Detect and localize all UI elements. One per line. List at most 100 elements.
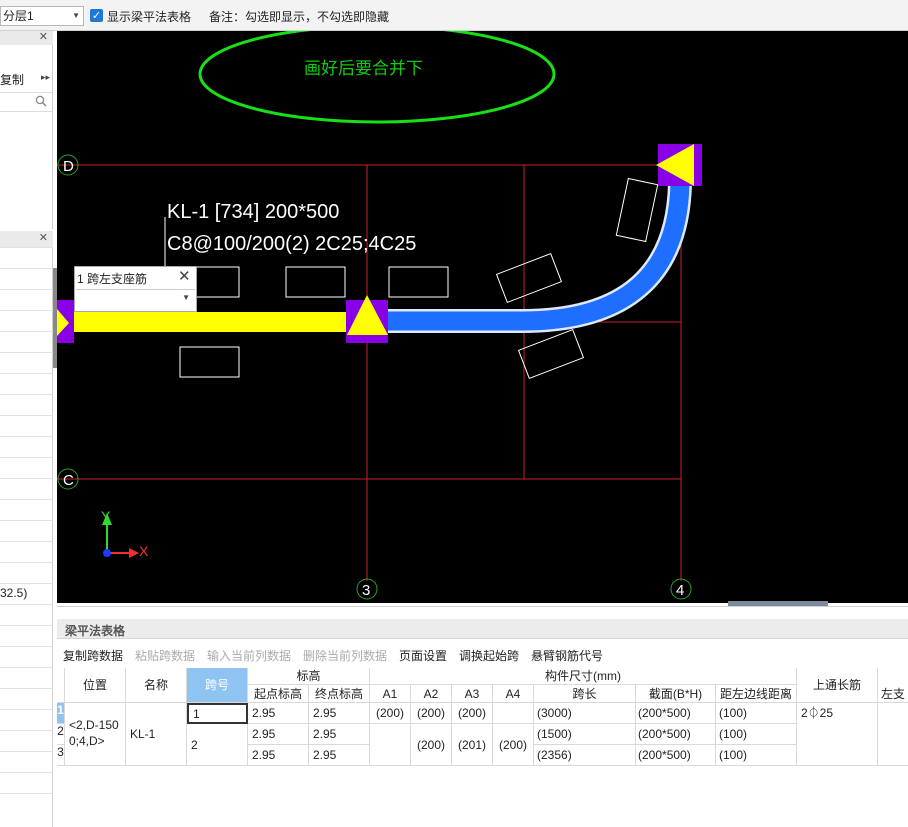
- list-row-divider: [0, 583, 53, 584]
- support-rebar-popup: 1 跨左支座筋 ✕ ▼: [74, 266, 197, 312]
- header-end-elev: 终点标高: [309, 685, 370, 703]
- row-number[interactable]: 1: [57, 703, 65, 724]
- header-a4: A4: [493, 685, 534, 703]
- cell-a3[interactable]: (200): [452, 703, 493, 724]
- floor-select[interactable]: 分层1 ▼: [0, 6, 84, 26]
- cell-span-no[interactable]: 1: [187, 703, 248, 724]
- cell-a3[interactable]: (201): [452, 724, 493, 766]
- beam-span-straight[interactable]: [57, 312, 367, 332]
- cell-span-length[interactable]: (1500): [534, 724, 636, 745]
- page-setup-button[interactable]: 页面设置: [399, 647, 447, 664]
- list-row-divider: [0, 289, 53, 290]
- list-row-divider: [0, 730, 53, 731]
- cell-end-elev[interactable]: 2.95: [309, 724, 370, 745]
- cell-position[interactable]: <2,D-150 0;4,D>: [65, 703, 126, 766]
- header-top-rebar: 上通长筋: [797, 668, 878, 703]
- floor-select-value: 分层1: [3, 9, 34, 23]
- cell-left-dist[interactable]: (100): [716, 703, 797, 724]
- beam-table-titlebar: [57, 619, 908, 639]
- rebar-box[interactable]: [388, 266, 449, 298]
- copy-span-button[interactable]: 复制跨数据: [63, 647, 123, 664]
- cell-left-dist[interactable]: (100): [716, 745, 797, 766]
- close-icon[interactable]: ✕: [39, 231, 48, 244]
- close-icon[interactable]: ✕: [39, 30, 48, 43]
- cell-section[interactable]: (200*500): [636, 745, 716, 766]
- cell-end-elev[interactable]: 2.95: [309, 703, 370, 724]
- cell-span-length[interactable]: (3000): [534, 703, 636, 724]
- rebar-box[interactable]: [495, 252, 563, 304]
- beam-span-curved[interactable]: [387, 182, 690, 331]
- list-row-divider: [0, 436, 53, 437]
- popup-rebar-input[interactable]: ▼: [76, 289, 195, 310]
- header-span-no[interactable]: 跨号: [187, 668, 248, 703]
- list-row-divider: [0, 268, 53, 269]
- list-row-divider: [0, 247, 53, 248]
- cell-left-support[interactable]: [878, 703, 908, 766]
- drawing-svg: D C 3 4: [57, 31, 702, 600]
- cell-a2[interactable]: (200): [411, 724, 452, 766]
- axis-label-C: C: [63, 472, 74, 489]
- row-number[interactable]: 3: [57, 745, 65, 766]
- list-row-divider: [0, 373, 53, 374]
- chevron-down-icon[interactable]: ▼: [182, 293, 190, 302]
- cell-start-elev[interactable]: 2.95: [248, 703, 309, 724]
- beam-label-line1: KL-1 [734] 200*500: [167, 201, 340, 223]
- list-row-divider: [0, 751, 53, 752]
- list-row-divider: [0, 457, 53, 458]
- annotation-text: 画好后要合并下: [304, 59, 423, 79]
- cell-span-length[interactable]: (2356): [534, 745, 636, 766]
- beam-table-title: 梁平法表格: [65, 624, 126, 638]
- drawing-canvas[interactable]: D C 3 4 画好后要合并下 KL-1 [734] 200*500 C8@10…: [57, 31, 908, 603]
- row-number[interactable]: 2: [57, 724, 65, 745]
- cell-name[interactable]: KL-1: [126, 703, 187, 766]
- list-row-divider: [0, 499, 53, 500]
- axis-label-4: 4: [676, 582, 684, 599]
- cantilever-code-button[interactable]: 悬臂钢筋代号: [531, 647, 603, 664]
- corner-cell: [57, 668, 65, 703]
- cell-start-elev[interactable]: 2.95: [248, 745, 309, 766]
- header-start-elev: 起点标高: [248, 685, 309, 703]
- list-row-divider: [0, 667, 53, 668]
- more-icon[interactable]: ▸▸: [41, 72, 50, 83]
- list-row-divider: [0, 625, 53, 626]
- popup-title: 1 跨左支座筋: [77, 272, 148, 286]
- cell-left-dist[interactable]: (100): [716, 724, 797, 745]
- rebar-box[interactable]: [615, 177, 659, 243]
- rebar-box[interactable]: [517, 328, 585, 380]
- swap-start-span-button[interactable]: 调换起始跨: [459, 647, 519, 664]
- list-row-divider: [0, 562, 53, 563]
- input-column-button[interactable]: 输入当前列数据: [207, 647, 291, 664]
- list-row-divider: [0, 478, 53, 479]
- note-text: 备注：勾选即显示，不勾选即隐藏: [209, 10, 390, 24]
- cell-top-rebar-empty[interactable]: [797, 724, 878, 766]
- copy-button[interactable]: 复制: [0, 71, 24, 88]
- delete-column-button[interactable]: 删除当前列数据: [303, 647, 387, 664]
- beam-label-line2: C8@100/200(2) 2C25;4C25: [167, 233, 417, 255]
- close-icon[interactable]: ✕: [178, 267, 191, 285]
- header-section: 截面(B*H): [636, 685, 716, 703]
- axis-label-3: 3: [362, 582, 370, 599]
- cell-a1[interactable]: [370, 724, 411, 766]
- list-row-divider: [0, 793, 53, 794]
- cell-top-rebar[interactable]: 2⏀25: [797, 703, 878, 724]
- cell-section[interactable]: (200*500): [636, 703, 716, 724]
- rebar-box[interactable]: [179, 346, 240, 378]
- cell-a2[interactable]: (200): [411, 703, 452, 724]
- cell-a4[interactable]: [493, 703, 534, 724]
- show-table-checkbox[interactable]: ✓: [90, 9, 103, 22]
- cell-start-elev[interactable]: 2.95: [248, 724, 309, 745]
- rebar-box[interactable]: [285, 266, 346, 298]
- header-elevation: 标高: [248, 668, 370, 685]
- list-row-divider: [0, 331, 53, 332]
- header-a3: A3: [452, 685, 493, 703]
- cell-span-no[interactable]: 2: [187, 724, 248, 766]
- cell-a1[interactable]: (200): [370, 703, 411, 724]
- show-table-label[interactable]: 显示梁平法表格: [107, 8, 191, 25]
- cell-a4[interactable]: (200): [493, 724, 534, 766]
- cell-end-elev[interactable]: 2.95: [309, 745, 370, 766]
- list-row-divider: [0, 415, 53, 416]
- cell-section[interactable]: (200*500): [636, 724, 716, 745]
- paste-span-button[interactable]: 粘贴跨数据: [135, 647, 195, 664]
- property-value: 32.5): [0, 586, 28, 600]
- search-icon[interactable]: [35, 95, 47, 107]
